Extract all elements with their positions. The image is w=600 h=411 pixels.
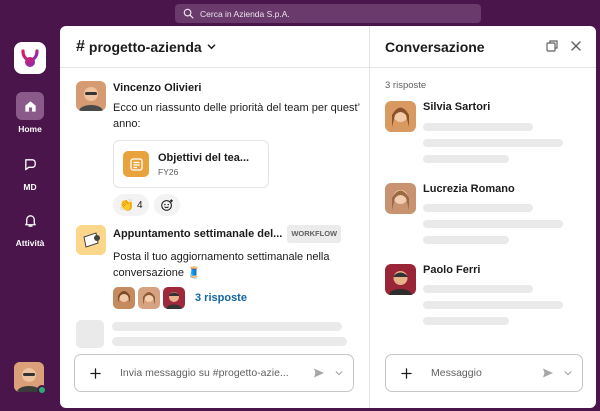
plus-icon xyxy=(400,367,412,379)
chevron-down-icon[interactable] xyxy=(335,369,343,377)
add-attachment-button[interactable] xyxy=(395,362,417,384)
top-bar: Cerca in Azienda S.p.A. xyxy=(0,0,600,26)
rail-item-activity[interactable]: Attività xyxy=(6,206,54,248)
reply-count: 3 risposte xyxy=(385,80,427,91)
avatar[interactable] xyxy=(385,264,416,295)
add-emoji-icon xyxy=(160,199,173,211)
skeleton-line xyxy=(423,204,533,212)
skeleton-line xyxy=(423,285,533,293)
messages-icon xyxy=(24,158,36,170)
reaction-clap[interactable]: 👏 4 xyxy=(113,194,149,216)
skeleton-line xyxy=(423,220,563,228)
send-button[interactable] xyxy=(313,367,343,379)
send-icon xyxy=(543,368,553,378)
avatar[interactable] xyxy=(385,183,416,214)
close-icon[interactable] xyxy=(570,40,582,52)
avatar[interactable] xyxy=(76,81,106,111)
canvas-icon xyxy=(123,151,149,177)
message-author[interactable]: Appuntamento settimanale del... xyxy=(113,228,282,240)
avatar xyxy=(113,287,135,309)
skeleton-line xyxy=(423,236,509,244)
bell-icon xyxy=(24,214,36,227)
avatar[interactable] xyxy=(385,101,416,132)
skeleton-line xyxy=(423,155,509,163)
file-title: Objettivi del tea... xyxy=(158,151,250,164)
thread-pane: Conversazione 3 risposte Silvia Sartori … xyxy=(369,26,596,408)
thread-header: Conversazione xyxy=(370,26,596,68)
skeleton-line xyxy=(112,322,342,331)
file-attachment[interactable]: Objettivi del tea... FY26 xyxy=(113,140,269,188)
send-icon xyxy=(314,368,324,378)
left-rail: Home MD Attività xyxy=(0,26,60,411)
skeleton-avatar xyxy=(76,320,104,348)
home-icon xyxy=(24,100,36,112)
thread-title: Conversazione xyxy=(385,38,485,55)
add-attachment-button[interactable] xyxy=(84,362,106,384)
skeleton-line xyxy=(423,301,563,309)
skeleton-line xyxy=(423,139,563,147)
avatar xyxy=(163,287,185,309)
channel-hash-icon: # xyxy=(76,37,85,55)
avatar xyxy=(138,287,160,309)
rail-label-home: Home xyxy=(18,124,42,134)
workflow-icon xyxy=(76,225,106,255)
message-text: Ecco un riassunto delle priorità del tea… xyxy=(113,102,360,130)
search-placeholder: Cerca in Azienda S.p.A. xyxy=(200,8,290,19)
message-text: Posta il tuo aggiornamento settimanale n… xyxy=(113,251,330,279)
search-bar[interactable]: Cerca in Azienda S.p.A. xyxy=(175,4,481,23)
user-avatar[interactable] xyxy=(14,362,47,395)
reactions: 👏 4 xyxy=(113,194,363,216)
reply-author[interactable]: Silvia Sartori xyxy=(423,101,490,113)
clap-emoji-icon: 👏 xyxy=(119,198,134,212)
channel-name: progetto-azienda xyxy=(88,38,202,55)
main-panel: # progetto-azienda Vincenzo Olivieri Ecc… xyxy=(60,26,596,408)
rail-item-home[interactable]: Home xyxy=(6,92,54,134)
workspace-logo[interactable] xyxy=(14,42,46,74)
message-composer[interactable]: Invia messaggio su #progetto-azie... xyxy=(74,354,354,392)
message-author[interactable]: Vincenzo Olivieri xyxy=(113,81,363,95)
chevron-down-icon xyxy=(207,44,216,50)
reply-author[interactable]: Lucrezia Romano xyxy=(423,183,515,195)
thread-composer-input[interactable]: Messaggio xyxy=(431,367,542,379)
thread-replies[interactable]: 3 risposte xyxy=(113,287,363,309)
chevron-down-icon[interactable] xyxy=(564,369,572,377)
workflow-avatar[interactable] xyxy=(76,225,106,255)
send-button[interactable] xyxy=(542,367,572,379)
workflow-badge: WORKFLOW xyxy=(287,225,342,243)
channel-header[interactable]: # progetto-azienda xyxy=(60,26,369,68)
rail-item-dm[interactable]: MD xyxy=(6,150,54,192)
plus-icon xyxy=(89,367,101,379)
rail-label-activity: Attività xyxy=(15,238,45,248)
skeleton-line xyxy=(112,337,347,346)
reply-author[interactable]: Paolo Ferri xyxy=(423,264,480,276)
skeleton-line xyxy=(423,123,533,131)
search-icon xyxy=(183,8,194,19)
avatar-image xyxy=(76,81,106,111)
skeleton-line xyxy=(423,317,509,325)
rail-label-dm: MD xyxy=(23,182,37,192)
replies-link[interactable]: 3 risposte xyxy=(195,292,247,304)
thread-composer[interactable]: Messaggio xyxy=(385,354,583,392)
presence-indicator xyxy=(37,385,47,395)
channel-pane: # progetto-azienda Vincenzo Olivieri Ecc… xyxy=(60,26,369,408)
composer-input[interactable]: Invia messaggio su #progetto-azie... xyxy=(120,367,313,379)
workspace-logo-icon xyxy=(21,49,39,67)
file-subtitle: FY26 xyxy=(158,166,179,177)
reaction-count: 4 xyxy=(136,199,143,211)
pop-out-icon[interactable] xyxy=(546,40,558,52)
add-reaction-button[interactable] xyxy=(153,194,180,216)
